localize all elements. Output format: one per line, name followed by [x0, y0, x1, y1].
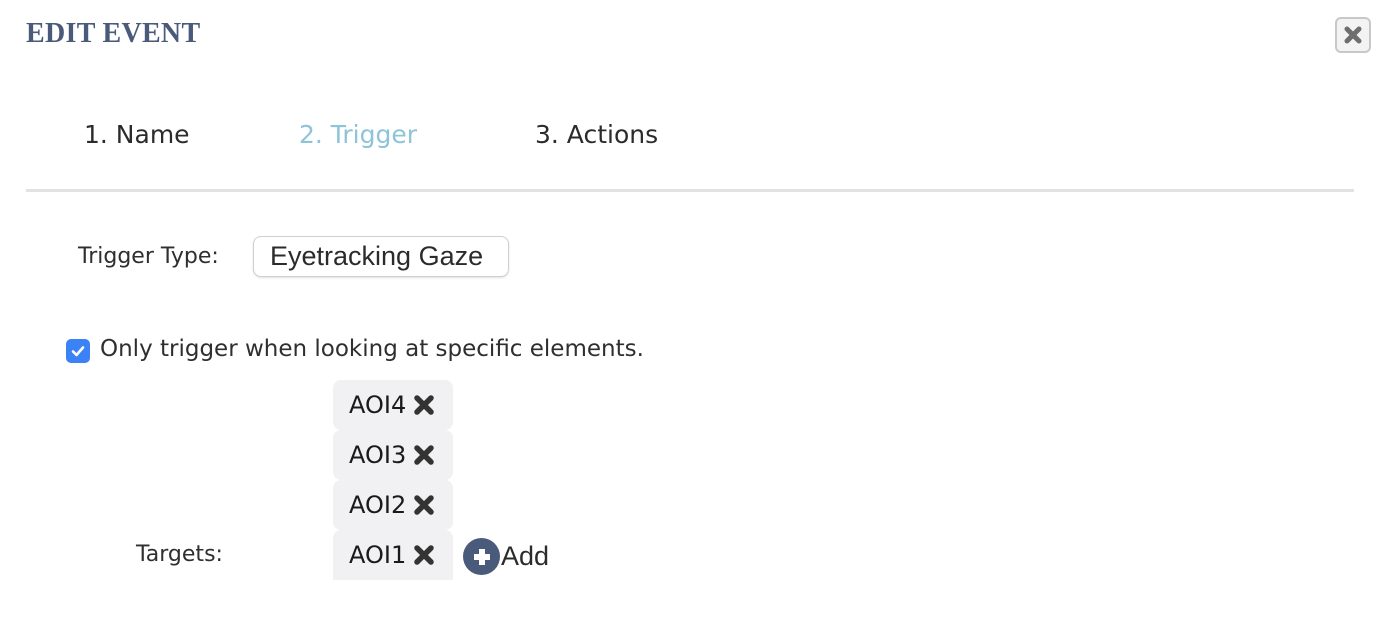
add-target-button[interactable]: Add: [463, 538, 549, 575]
target-chip: AOI4: [333, 380, 453, 430]
trigger-type-label: Trigger Type:: [78, 244, 219, 269]
specific-elements-label: Only trigger when looking at specific el…: [100, 336, 644, 362]
target-chip-label: AOI1: [349, 541, 407, 569]
remove-target-icon[interactable]: [411, 542, 437, 568]
target-chip: AOI3: [333, 430, 453, 480]
plus-circle-icon: [463, 538, 500, 575]
target-chip-label: AOI2: [349, 491, 407, 519]
remove-target-icon[interactable]: [411, 392, 437, 418]
target-chip: AOI1: [333, 530, 453, 580]
add-target-label: Add: [501, 541, 550, 571]
step-tabs: 1. Name 2. Trigger 3. Actions: [26, 115, 1354, 192]
remove-target-icon[interactable]: [411, 492, 437, 518]
target-chip-label: AOI4: [349, 391, 407, 419]
target-chip-label: AOI3: [349, 441, 407, 469]
tab-name[interactable]: 1. Name: [84, 120, 190, 149]
close-button[interactable]: [1335, 17, 1371, 53]
tab-actions[interactable]: 3. Actions: [535, 120, 658, 149]
targets-label: Targets:: [136, 542, 223, 567]
checkmark-icon: [71, 346, 85, 357]
remove-target-icon[interactable]: [411, 442, 437, 468]
target-chip: AOI2: [333, 480, 453, 530]
specific-elements-checkbox[interactable]: [66, 339, 90, 363]
tab-trigger[interactable]: 2. Trigger: [299, 120, 417, 149]
dialog-title: EDIT EVENT: [26, 18, 201, 49]
trigger-type-select[interactable]: Eyetracking Gaze: [253, 236, 509, 277]
close-icon: [1344, 26, 1362, 44]
